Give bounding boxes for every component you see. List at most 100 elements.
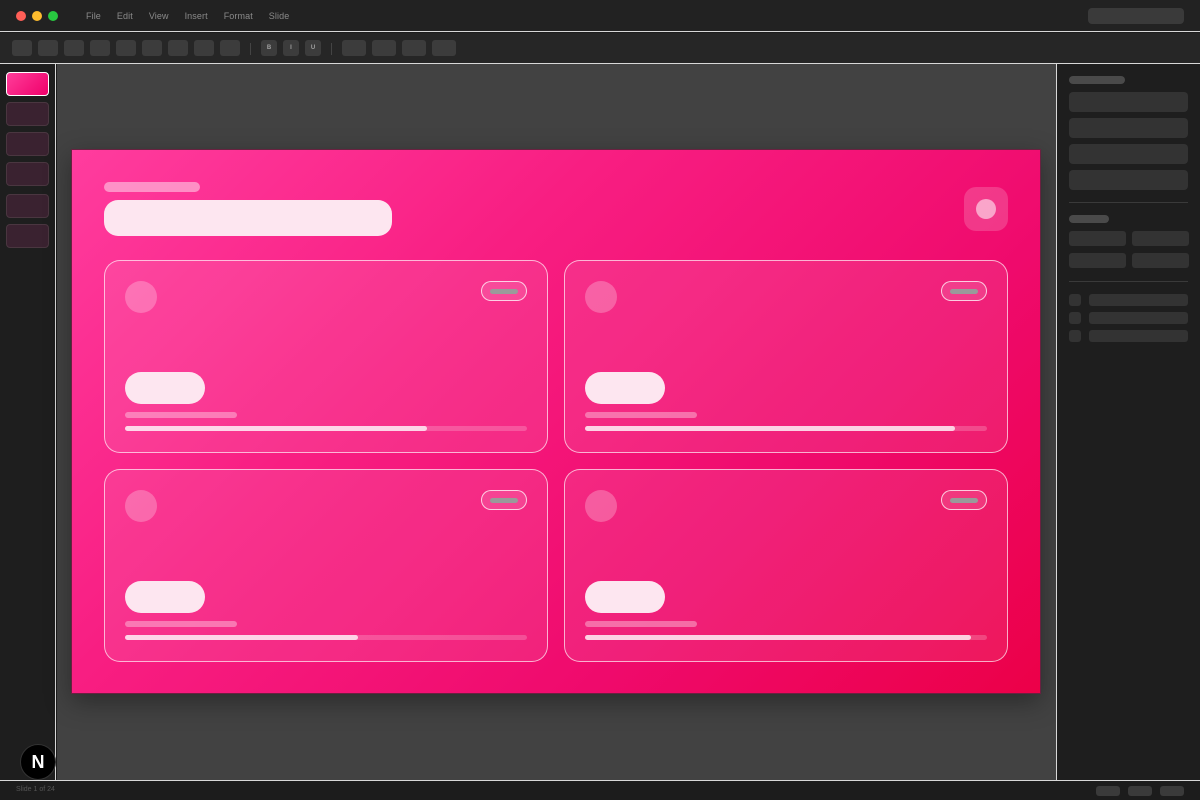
card-tag-placeholder: [950, 498, 978, 503]
slide-thumbnail[interactable]: [6, 132, 49, 156]
card-tag[interactable]: [941, 490, 987, 510]
toolbar-divider: [331, 43, 332, 55]
slide-thumbnail[interactable]: [6, 102, 49, 126]
toolbar-button[interactable]: [90, 40, 110, 56]
menu-view[interactable]: View: [149, 11, 169, 21]
progress-fill: [125, 426, 427, 431]
italic-button[interactable]: I: [283, 40, 299, 56]
property-field-half[interactable]: [1132, 231, 1189, 246]
properties-panel: [1056, 64, 1200, 780]
toolbar-divider: [250, 43, 251, 55]
toolbar-button[interactable]: [64, 40, 84, 56]
option-label-placeholder: [1089, 294, 1188, 306]
property-field[interactable]: [1069, 92, 1188, 112]
panel-heading: [1069, 76, 1125, 84]
menu-bar: File Edit View Insert Format Slide: [86, 0, 305, 32]
card-label-placeholder: [125, 621, 237, 627]
option-checkbox[interactable]: [1069, 294, 1081, 306]
status-button[interactable]: [1128, 786, 1152, 796]
toolbar-button[interactable]: [402, 40, 426, 56]
stat-card[interactable]: [104, 469, 548, 662]
close-window-button[interactable]: [16, 11, 26, 21]
toolbar-button[interactable]: [168, 40, 188, 56]
menu-insert[interactable]: Insert: [185, 11, 208, 21]
slide-thumbnail-active[interactable]: [6, 72, 49, 96]
slide-headline-placeholder[interactable]: [104, 200, 392, 236]
toolbar: B I U: [0, 33, 1200, 64]
toolbar-button[interactable]: [372, 40, 396, 56]
progress-fill: [585, 635, 971, 640]
toolbar-button[interactable]: [12, 40, 32, 56]
card-label-placeholder: [585, 621, 697, 627]
editor-canvas: [57, 64, 1056, 780]
slide[interactable]: [71, 149, 1041, 694]
slide-thumbnail[interactable]: [6, 162, 49, 186]
toolbar-button[interactable]: [342, 40, 366, 56]
property-field-half[interactable]: [1069, 253, 1126, 268]
progress-fill: [585, 426, 955, 431]
zoom-window-button[interactable]: [48, 11, 58, 21]
progress-fill: [125, 635, 359, 640]
progress-track: [585, 426, 987, 431]
menu-edit[interactable]: Edit: [117, 11, 133, 21]
card-value-placeholder: [585, 581, 665, 613]
card-tag[interactable]: [941, 281, 987, 301]
minimize-window-button[interactable]: [32, 11, 42, 21]
card-label-placeholder: [125, 412, 237, 418]
title-bar: File Edit View Insert Format Slide: [0, 0, 1200, 32]
option-label-placeholder: [1089, 312, 1188, 324]
slide-counter: Slide 1 of 24: [16, 786, 55, 793]
toolbar-button[interactable]: [432, 40, 456, 56]
option-checkbox[interactable]: [1069, 312, 1081, 324]
status-button[interactable]: [1160, 786, 1184, 796]
toolbar-button[interactable]: [142, 40, 162, 56]
toolbar-button[interactable]: [38, 40, 58, 56]
avatar-dot: [976, 199, 996, 219]
avatar[interactable]: [964, 187, 1008, 231]
menu-file[interactable]: File: [86, 11, 101, 21]
status-bar: Slide 1 of 24: [0, 780, 1200, 800]
status-button[interactable]: [1096, 786, 1120, 796]
stat-card[interactable]: [564, 469, 1008, 662]
stat-card[interactable]: [104, 260, 548, 453]
card-icon: [125, 490, 157, 522]
toolbar-button[interactable]: [220, 40, 240, 56]
toolbar-button[interactable]: [194, 40, 214, 56]
card-value-placeholder: [125, 581, 205, 613]
slide-thumbnail[interactable]: [6, 194, 49, 218]
menu-slide[interactable]: Slide: [269, 11, 290, 21]
card-tag-placeholder: [490, 289, 518, 294]
stat-card[interactable]: [564, 260, 1008, 453]
n-logo-badge[interactable]: N: [20, 744, 56, 780]
progress-track: [125, 635, 527, 640]
panel-divider: [1069, 281, 1188, 282]
card-icon: [585, 490, 617, 522]
card-icon: [125, 281, 157, 313]
card-tag[interactable]: [481, 281, 527, 301]
property-field[interactable]: [1069, 144, 1188, 164]
menu-format[interactable]: Format: [224, 11, 253, 21]
toolbar-button[interactable]: [116, 40, 136, 56]
property-field-half[interactable]: [1069, 231, 1126, 246]
option-checkbox[interactable]: [1069, 330, 1081, 342]
option-label-placeholder: [1089, 330, 1188, 342]
search-field[interactable]: [1088, 8, 1184, 24]
card-value-placeholder: [585, 372, 665, 404]
progress-track: [125, 426, 527, 431]
slide-thumbnails-sidebar: [0, 64, 56, 780]
card-tag-placeholder: [950, 289, 978, 294]
property-field-half[interactable]: [1132, 253, 1189, 268]
card-value-placeholder: [125, 372, 205, 404]
slide-thumbnail[interactable]: [6, 224, 49, 248]
bold-button[interactable]: B: [261, 40, 277, 56]
property-field[interactable]: [1069, 170, 1188, 190]
slide-eyebrow-placeholder[interactable]: [104, 182, 200, 192]
card-tag[interactable]: [481, 490, 527, 510]
card-icon: [585, 281, 617, 313]
panel-divider: [1069, 202, 1188, 203]
progress-track: [585, 635, 987, 640]
card-tag-placeholder: [490, 498, 518, 503]
property-field[interactable]: [1069, 118, 1188, 138]
card-label-placeholder: [585, 412, 697, 418]
underline-button[interactable]: U: [305, 40, 321, 56]
